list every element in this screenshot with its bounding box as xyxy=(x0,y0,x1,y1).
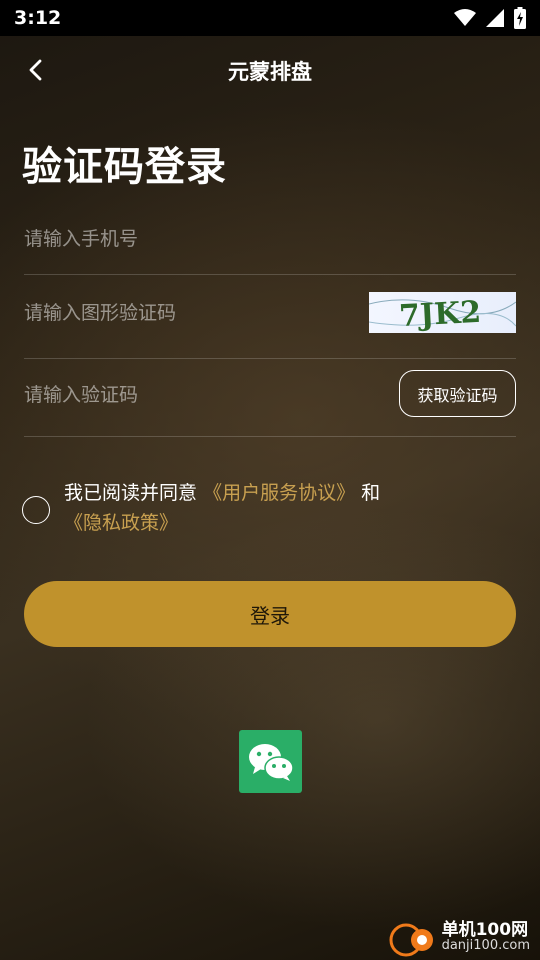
user-agreement-link[interactable]: 《用户服务协议》 xyxy=(203,482,355,504)
status-icons xyxy=(454,7,526,29)
app-bar: 元蒙排盘 xyxy=(0,36,540,104)
page-title: 验证码登录 xyxy=(22,144,227,190)
agree-radio[interactable] xyxy=(22,496,50,524)
captcha-image[interactable]: 7JK2 xyxy=(369,292,516,333)
code-field: 获取验证码 xyxy=(24,358,516,437)
watermark: 单机100网 danji100.com xyxy=(386,918,530,958)
watermark-domain: danji100.com xyxy=(441,938,530,953)
login-button[interactable]: 登录 xyxy=(24,581,516,647)
wechat-login-button[interactable] xyxy=(239,730,302,793)
agreement-text: 我已阅读并同意 《用户服务协议》 和 《隐私政策》 xyxy=(64,478,504,538)
battery-icon xyxy=(514,7,526,29)
phone-field xyxy=(24,220,516,275)
captcha-noise: 7JK2 xyxy=(369,295,516,333)
watermark-brand: 单机100网 xyxy=(441,920,529,940)
wechat-icon xyxy=(248,743,294,781)
danji-logo-icon xyxy=(389,923,433,957)
wifi-icon xyxy=(454,9,476,26)
captcha-input[interactable] xyxy=(24,302,354,324)
app-title: 元蒙排盘 xyxy=(228,60,312,84)
get-code-button[interactable]: 获取验证码 xyxy=(399,370,516,417)
captcha-field: 7JK2 xyxy=(24,274,516,359)
code-input[interactable] xyxy=(24,384,354,406)
agreement-and: 和 xyxy=(361,482,381,504)
status-bar: 3:12 xyxy=(0,0,540,36)
agreement-prefix: 我已阅读并同意 xyxy=(64,482,198,504)
privacy-policy-link[interactable]: 《隐私政策》 xyxy=(64,512,178,534)
signal-icon xyxy=(486,9,504,27)
phone-input[interactable] xyxy=(24,228,354,250)
captcha-text: 7JK2 xyxy=(398,295,482,333)
status-time: 3:12 xyxy=(14,7,62,29)
